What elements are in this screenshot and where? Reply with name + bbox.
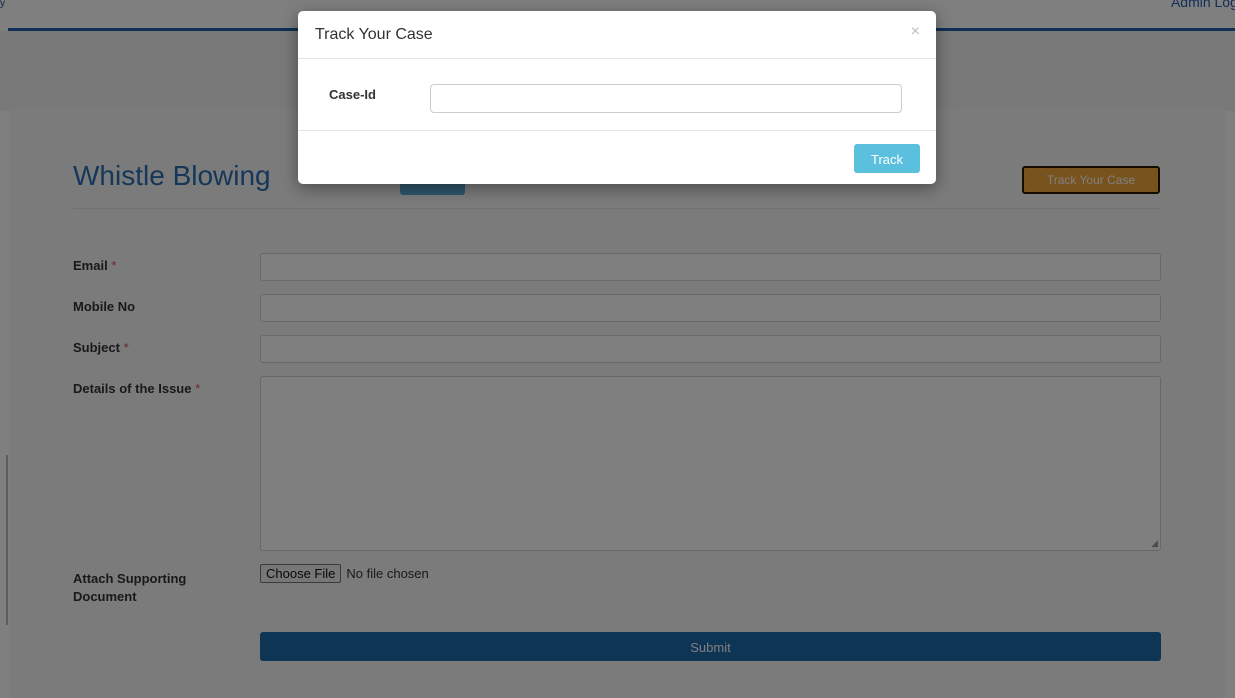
- modal-title: Track Your Case: [315, 26, 433, 43]
- page: y Admin Logi Whistle Blowing Track Your …: [0, 0, 1235, 698]
- case-id-input[interactable]: [430, 84, 902, 113]
- track-case-modal: Track Your Case × Case-Id Track: [298, 11, 936, 184]
- modal-header-divider: [298, 58, 936, 59]
- case-id-label: Case-Id: [329, 87, 376, 102]
- track-button[interactable]: Track: [854, 144, 920, 173]
- modal-footer-divider: [298, 130, 936, 131]
- close-icon[interactable]: ×: [911, 23, 920, 41]
